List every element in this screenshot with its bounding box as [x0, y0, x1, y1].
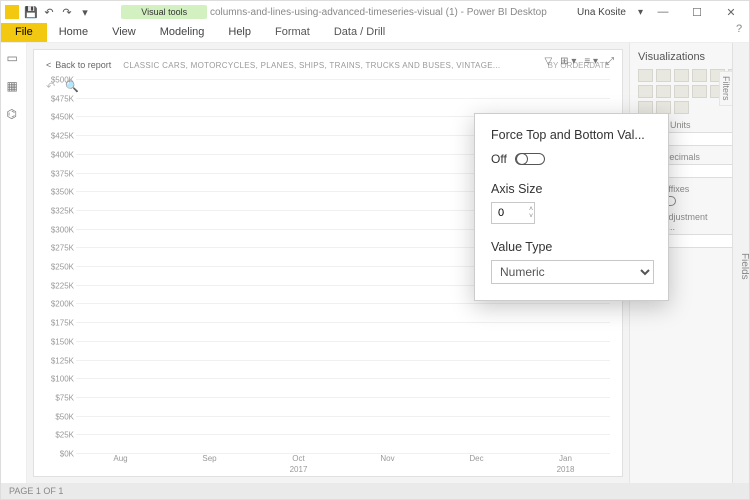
undo-icon[interactable]: ↶: [43, 6, 55, 18]
y-tick-label: $200K: [51, 300, 74, 309]
app-logo: [5, 5, 19, 19]
fields-pane-tab[interactable]: Fields: [732, 43, 750, 483]
tab-modeling[interactable]: Modeling: [148, 23, 217, 42]
window-title: columns-and-lines-using-advanced-timeser…: [210, 7, 547, 18]
redo-icon[interactable]: ↷: [61, 6, 73, 18]
filters-pane-tab[interactable]: Filters: [719, 71, 733, 106]
axis-size-step-down[interactable]: ˅: [529, 213, 533, 220]
force-top-bottom-state: Off: [491, 152, 507, 166]
maximize-button[interactable]: ☐: [683, 6, 711, 19]
y-tick-label: $150K: [51, 337, 74, 346]
y-tick-label: $0K: [60, 450, 74, 459]
chart-toolbar-2[interactable]: ≡ ▾: [584, 56, 598, 67]
y-tick-label: $475K: [51, 94, 74, 103]
format-popover: Force Top and Bottom Val... Off Axis Siz…: [474, 113, 669, 301]
axis-size-label: Axis Size: [491, 182, 654, 196]
tab-home[interactable]: Home: [47, 23, 100, 42]
value-type-select[interactable]: Numeric: [491, 260, 654, 284]
visualizations-pane-title: Visualizations: [638, 51, 705, 63]
ribbon-help-icon[interactable]: ?: [729, 23, 749, 42]
back-to-report-button[interactable]: < Back to report: [46, 60, 111, 70]
signed-in-user[interactable]: Una Kosite: [577, 7, 632, 18]
minimize-button[interactable]: —: [649, 6, 677, 18]
qat-dropdown-icon[interactable]: ▾: [79, 6, 91, 18]
x-year-label: 2017: [290, 465, 308, 474]
drill-up-icon[interactable]: ▽: [544, 56, 552, 67]
x-tick-label: Aug: [76, 454, 165, 472]
chart-toolbar-1[interactable]: ⊞ ▾: [560, 56, 576, 67]
value-type-label: Value Type: [491, 240, 654, 254]
y-tick-label: $250K: [51, 263, 74, 272]
force-top-bottom-toggle[interactable]: [515, 153, 545, 165]
user-chevron-icon[interactable]: ▾: [638, 7, 643, 18]
y-tick-label: $275K: [51, 244, 74, 253]
y-tick-label: $300K: [51, 225, 74, 234]
tab-format[interactable]: Format: [263, 23, 322, 42]
back-to-report-label: Back to report: [55, 60, 111, 70]
y-tick-label: $450K: [51, 113, 74, 122]
y-tick-label: $175K: [51, 319, 74, 328]
page-indicator: PAGE 1 OF 1: [9, 486, 63, 496]
y-tick-label: $100K: [51, 375, 74, 384]
save-icon[interactable]: 💾: [25, 6, 37, 18]
y-tick-label: $75K: [55, 393, 74, 402]
y-tick-label: $325K: [51, 206, 74, 215]
tab-view[interactable]: View: [100, 23, 148, 42]
y-tick-label: $25K: [55, 431, 74, 440]
model-view-icon[interactable]: ⌬: [7, 107, 21, 121]
y-tick-label: $125K: [51, 356, 74, 365]
contextual-tab-label: Visual tools: [121, 5, 207, 19]
tab-file[interactable]: File: [1, 23, 47, 42]
chart-focus-icon[interactable]: ⤢: [606, 56, 614, 67]
visual-title: CLASSIC CARS, MOTORCYCLES, PLANES, SHIPS…: [123, 61, 535, 70]
y-tick-label: $225K: [51, 281, 74, 290]
y-tick-label: $400K: [51, 150, 74, 159]
x-tick-label: Dec: [432, 454, 521, 472]
popover-title: Force Top and Bottom Val...: [491, 128, 654, 142]
tab-data-drill[interactable]: Data / Drill: [322, 23, 397, 42]
y-tick-label: $50K: [55, 412, 74, 421]
axis-size-step-up[interactable]: ˄: [529, 206, 533, 213]
y-tick-label: $375K: [51, 169, 74, 178]
data-view-icon[interactable]: ▦: [7, 79, 21, 93]
x-tick-label: Nov: [343, 454, 432, 472]
y-tick-label: $425K: [51, 132, 74, 141]
close-button[interactable]: ✕: [717, 6, 745, 19]
tab-help[interactable]: Help: [216, 23, 263, 42]
y-tick-label: $350K: [51, 188, 74, 197]
x-tick-label: Sep: [165, 454, 254, 472]
report-view-icon[interactable]: ▭: [7, 51, 21, 65]
y-tick-label: $500K: [51, 76, 74, 85]
x-year-label: 2018: [557, 465, 575, 474]
